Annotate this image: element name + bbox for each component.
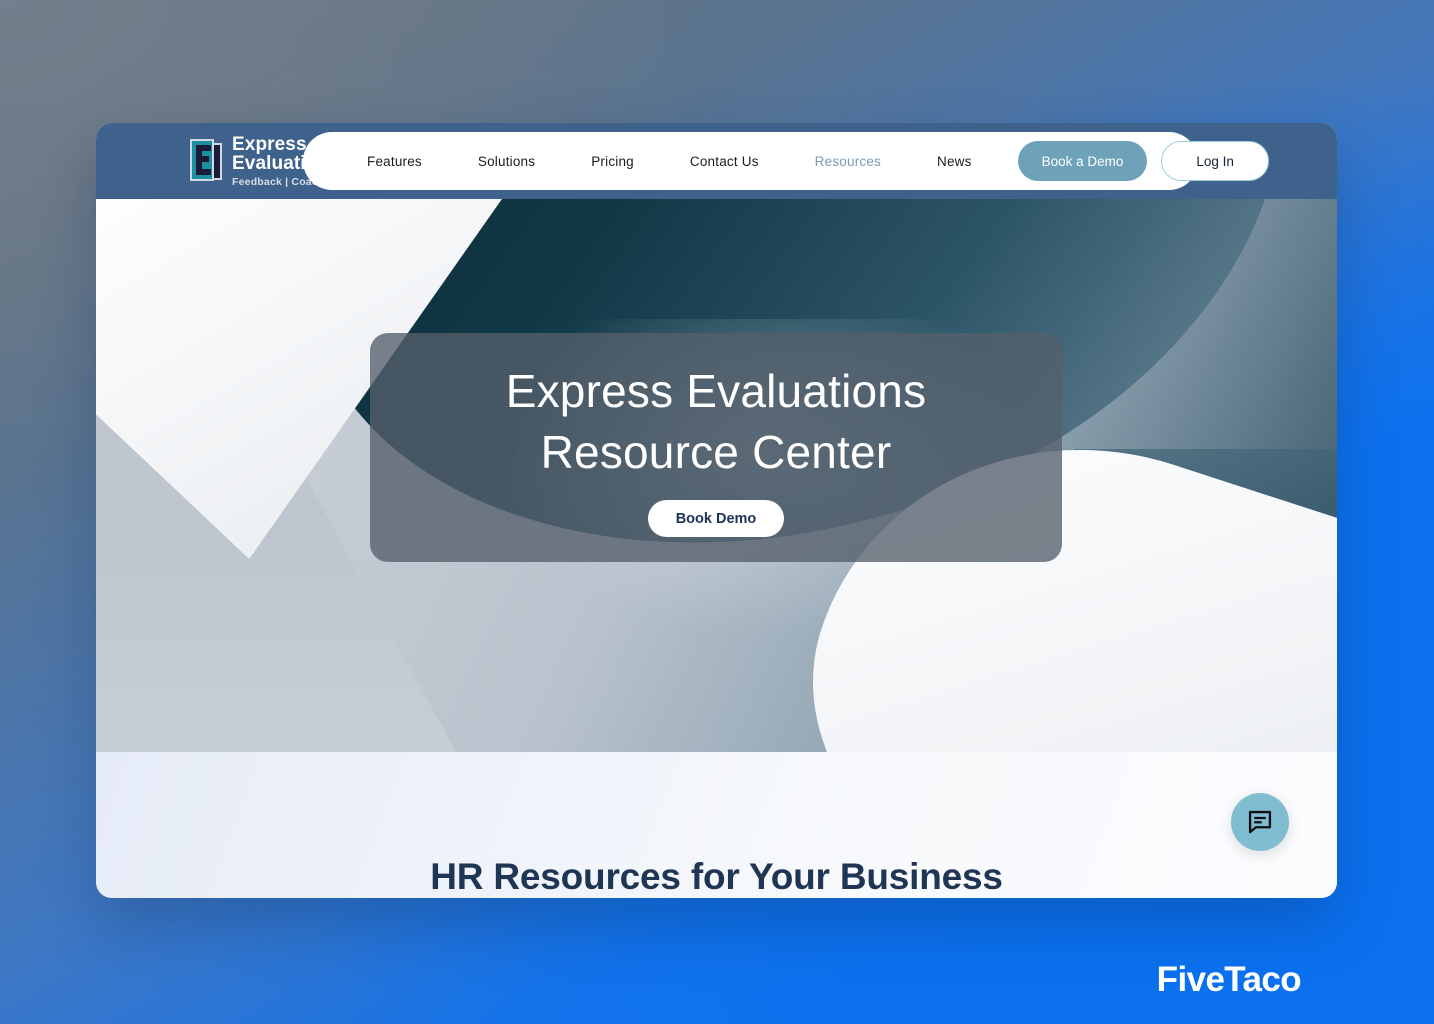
hero-title: Express Evaluations Resource Center xyxy=(506,361,927,482)
nav-links: Features Solutions Pricing Contact Us Re… xyxy=(339,154,1000,169)
hero-section: Express Evaluations Resource Center Book… xyxy=(96,199,1337,752)
book-a-demo-button[interactable]: Book a Demo xyxy=(1017,141,1148,181)
site-header: Express Evaluations Feedback | Coaching … xyxy=(96,123,1337,199)
nav-actions: Book a Demo Log In xyxy=(1017,141,1269,181)
chat-bubble-icon xyxy=(1248,810,1272,834)
nav-item-pricing[interactable]: Pricing xyxy=(563,154,662,169)
browser-frame: Express Evaluations Feedback | Coaching … xyxy=(96,123,1337,898)
nav-item-solutions[interactable]: Solutions xyxy=(450,154,563,169)
hero-title-line1: Express Evaluations xyxy=(505,365,927,417)
hero-title-line2: Resource Center xyxy=(540,425,892,478)
nav-item-resources[interactable]: Resources xyxy=(787,154,909,169)
nav-item-features[interactable]: Features xyxy=(339,154,450,169)
nav-item-news[interactable]: News xyxy=(909,154,1000,169)
hero-overlay-card: Express Evaluations Resource Center Book… xyxy=(370,333,1062,562)
express-evaluations-e-logo-icon xyxy=(190,138,222,183)
nav-item-contact-us[interactable]: Contact Us xyxy=(662,154,787,169)
section-heading: HR Resources for Your Business xyxy=(430,856,1003,897)
main-navigation: Features Solutions Pricing Contact Us Re… xyxy=(303,132,1269,190)
chat-launcher-button[interactable] xyxy=(1231,793,1289,851)
log-in-button[interactable]: Log In xyxy=(1161,141,1269,181)
hero-book-demo-button[interactable]: Book Demo xyxy=(647,500,785,538)
resources-section: HR Resources for Your Business xyxy=(96,752,1337,898)
fivetaco-watermark: FiveTaco xyxy=(1156,960,1302,999)
